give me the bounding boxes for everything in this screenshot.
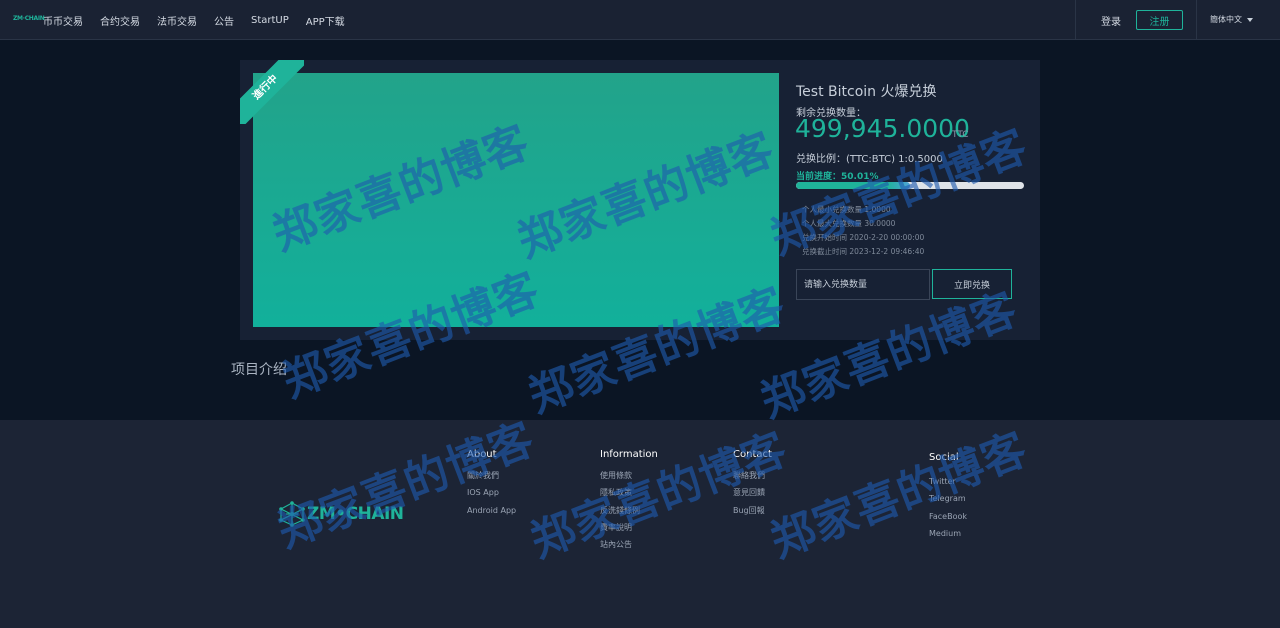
max-exchange-info: 个人最大兑换数量 30.0000 — [802, 219, 896, 228]
start-time-info: 兑换开始时间 2020-2-20 00:00:00 — [802, 233, 925, 242]
nav-links: 币币交易 合约交易 法币交易 公告 StartUP APP下载 — [43, 0, 362, 40]
footer-link[interactable]: Medium — [929, 529, 967, 539]
brand-logo[interactable]: ZM·CHAIN — [13, 15, 45, 23]
footer-column-information: Information 使用條款 隱私政策 反洗錢條例 費率說明 站內公告 — [600, 449, 658, 557]
footer-heading: About — [467, 449, 497, 460]
nav-divider — [1196, 0, 1197, 40]
footer-link[interactable]: 意見回饋 — [733, 488, 772, 498]
remaining-unit: TTC — [952, 130, 969, 140]
project-intro-heading: 项目介绍 — [231, 362, 287, 378]
nav-link-contract[interactable]: 合约交易 — [100, 13, 140, 28]
footer-link[interactable]: Android App — [467, 506, 516, 516]
footer-heading: Contact — [733, 449, 772, 460]
nav-link-startup[interactable]: StartUP — [251, 15, 289, 26]
footer-link[interactable]: IOS App — [467, 488, 516, 498]
nav-link-app-download[interactable]: APP下载 — [306, 13, 345, 28]
footer-heading: Information — [600, 449, 658, 460]
footer-link[interactable]: Telegram — [929, 494, 967, 504]
remaining-value: 499,945.0000 — [795, 114, 970, 143]
min-exchange-info: 个人最小兑换数量 1.0000 — [802, 205, 891, 214]
nav-link-fiat[interactable]: 法币交易 — [157, 13, 197, 28]
footer-column-about: About 關於我們 IOS App Android App — [467, 449, 516, 523]
language-selector[interactable]: 簡体中文 — [1210, 14, 1253, 25]
nav-divider — [1075, 0, 1076, 40]
chevron-down-icon — [1247, 17, 1253, 22]
footer-link[interactable]: 站內公告 — [600, 540, 658, 550]
footer-link[interactable]: 關於我們 — [467, 471, 516, 481]
nav-link-announcement[interactable]: 公告 — [214, 13, 234, 28]
footer-link[interactable]: 隱私政策 — [600, 488, 658, 498]
network-logo-icon — [279, 501, 305, 527]
footer-link[interactable]: 反洗錢條例 — [600, 506, 658, 516]
status-ribbon: 進行中 — [240, 60, 304, 124]
footer-link[interactable]: Bug回報 — [733, 506, 772, 516]
login-link[interactable]: 登录 — [1101, 13, 1121, 28]
exchange-now-button[interactable]: 立即兑换 — [932, 269, 1012, 299]
progress-label: 当前进度：50.01% — [796, 172, 879, 182]
quantity-input[interactable] — [796, 269, 930, 300]
language-label: 簡体中文 — [1210, 15, 1242, 24]
footer-logo-text: ZM•CHAIN — [307, 504, 404, 524]
brand-logo-text: ZM·CHAIN — [13, 15, 45, 22]
progress-bar — [796, 182, 1024, 189]
end-time-info: 兑换截止时间 2023-12-2 09:46:40 — [802, 247, 925, 256]
project-banner-image — [253, 73, 779, 327]
footer-link[interactable]: 使用條款 — [600, 471, 658, 481]
footer-heading: Social — [929, 452, 959, 463]
footer-link[interactable]: FaceBook — [929, 512, 967, 522]
exchange-ratio: 兑换比例：(TTC:BTC) 1:0.5000 — [796, 154, 943, 165]
project-title: Test Bitcoin 火爆兑换 — [796, 84, 937, 100]
footer-link[interactable]: 聯絡我們 — [733, 471, 772, 481]
footer-link[interactable]: 費率說明 — [600, 523, 658, 533]
status-ribbon-label: 進行中 — [240, 60, 304, 124]
top-nav: ZM·CHAIN 币币交易 合约交易 法币交易 公告 StartUP APP下载… — [0, 0, 1280, 40]
footer-column-social: Social Twitter Telegram FaceBook Medium — [929, 452, 967, 546]
register-button[interactable]: 注册 — [1136, 10, 1183, 30]
footer-logo: ZM•CHAIN — [279, 501, 409, 527]
nav-link-spot[interactable]: 币币交易 — [43, 13, 83, 28]
footer-column-contact: Contact 聯絡我們 意見回饋 Bug回報 — [733, 449, 772, 523]
progress-bar-fill — [796, 182, 911, 189]
footer-link[interactable]: Twitter — [929, 477, 967, 487]
